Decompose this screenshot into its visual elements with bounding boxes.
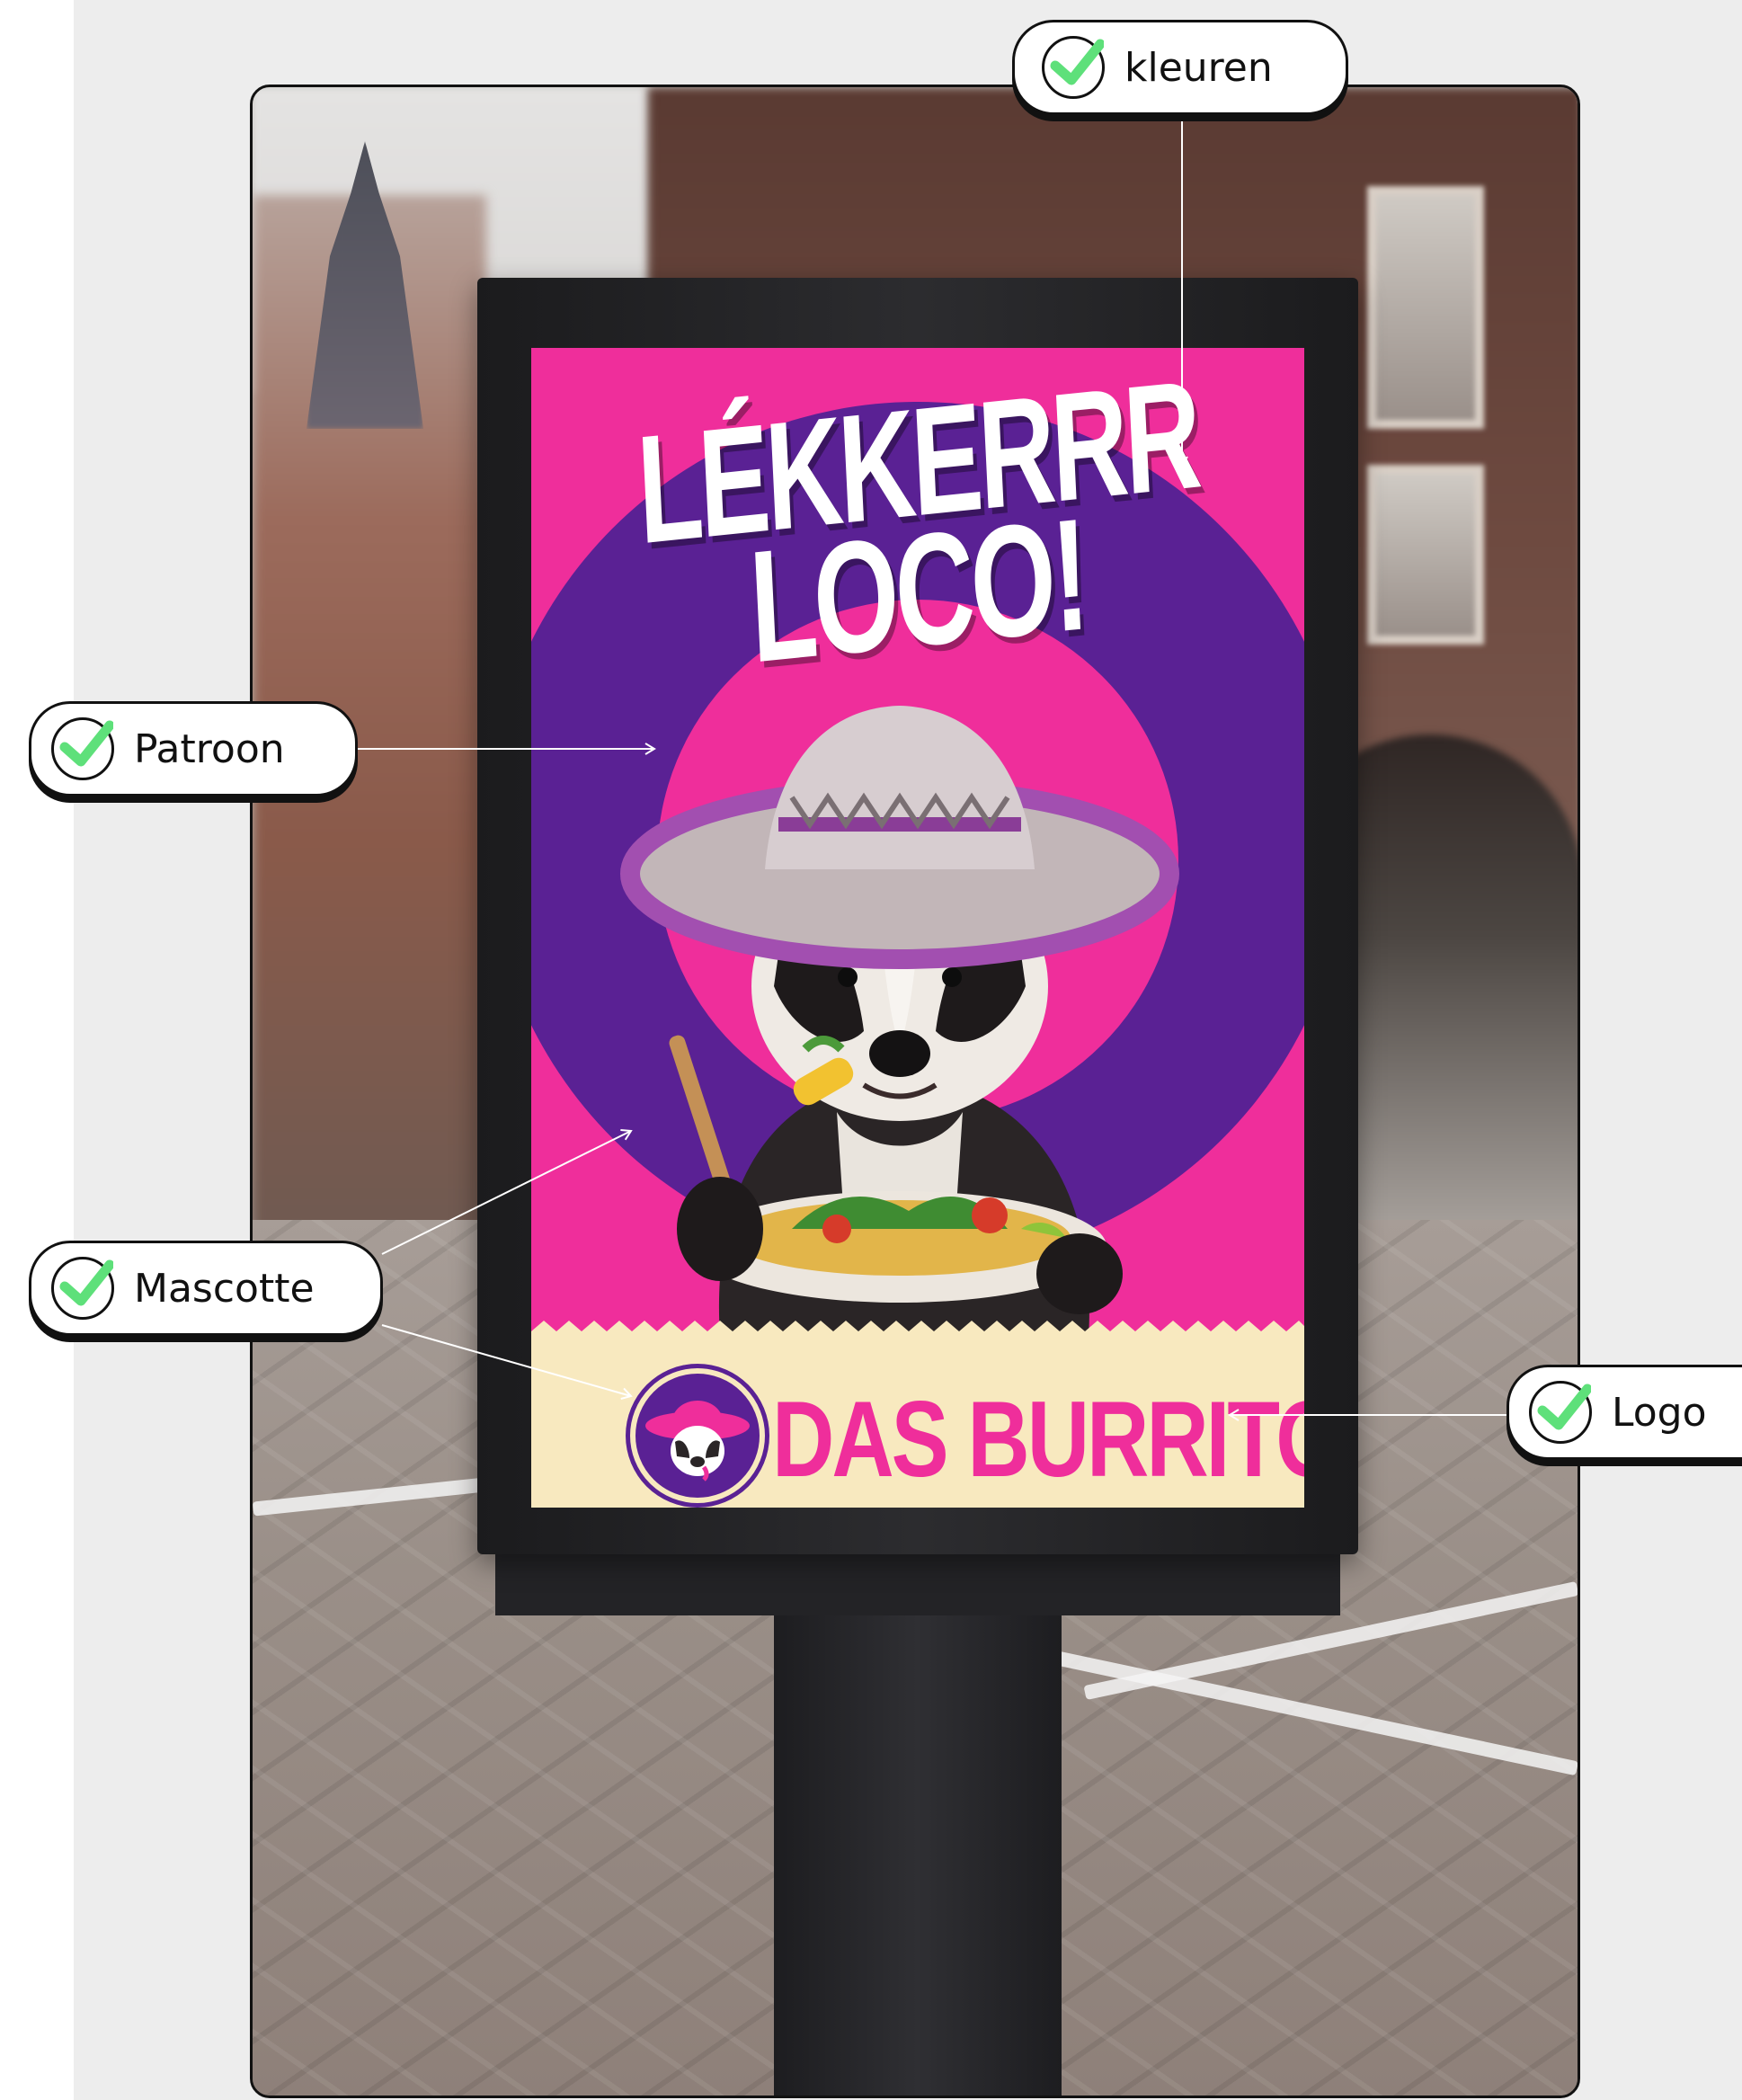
badger-mascot-illustration xyxy=(620,706,1179,1337)
billboard-photo: LÉKKERRR LOCO! DAS BURRIT xyxy=(250,85,1580,2098)
building-window xyxy=(1367,186,1484,429)
check-icon xyxy=(1042,36,1105,99)
callout-label: Mascotte xyxy=(134,1265,315,1312)
callout-label: Logo xyxy=(1612,1389,1707,1436)
callout-kleuren: kleuren xyxy=(1012,20,1348,115)
callout-label: Patroon xyxy=(134,725,285,772)
billboard-post xyxy=(774,1606,1062,2096)
check-icon xyxy=(51,1257,114,1320)
building-window xyxy=(1367,465,1484,645)
billboard-base xyxy=(495,1553,1340,1615)
brand-name: DAS BURRITO'S xyxy=(772,1379,1304,1499)
check-icon xyxy=(1529,1381,1592,1444)
callout-label: kleuren xyxy=(1124,44,1273,91)
check-icon xyxy=(51,717,114,780)
page-margin xyxy=(0,0,74,2100)
callout-mascotte: Mascotte xyxy=(29,1241,383,1336)
poster: LÉKKERRR LOCO! DAS BURRIT xyxy=(531,348,1304,1508)
callout-logo: Logo xyxy=(1506,1365,1742,1460)
brand-logo-icon xyxy=(630,1368,765,1503)
callout-patroon: Patroon xyxy=(29,701,358,796)
